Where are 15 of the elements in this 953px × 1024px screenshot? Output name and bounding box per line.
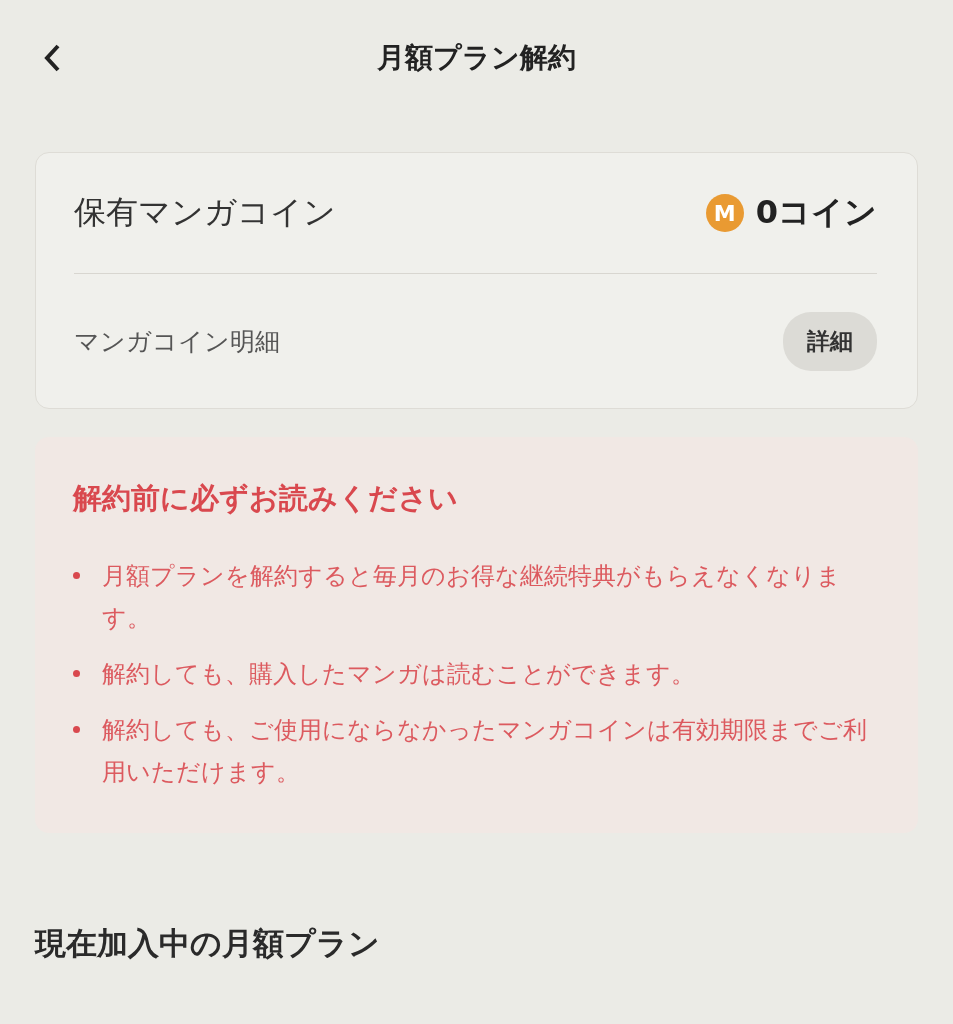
bullet-icon (73, 572, 80, 579)
page-title: 月額プラン解約 (376, 39, 577, 76)
section-heading: 現在加入中の月額プラン (35, 924, 381, 963)
details-button[interactable]: 詳細 (783, 311, 877, 371)
bullet-icon (73, 670, 80, 677)
notice-text: 月額プランを解約すると毎月のお得な継続特典がもらえなくなります。 (102, 561, 842, 634)
notice-text: 解約しても、購入したマンガは読むことができます。 (102, 659, 695, 690)
balance-label: 保有マンガコイン (74, 192, 336, 233)
back-icon[interactable] (43, 42, 61, 73)
coin-icon: M (705, 194, 744, 232)
history-label: マンガコイン明細 (74, 325, 280, 358)
coin-balance: 0コイン (755, 192, 877, 233)
notice-title: 解約前に必ずお読みください (73, 480, 459, 517)
notice-text: 解約しても、ご使用にならなかったマンガコインは有効期限までご利用いただけます。 (102, 715, 868, 788)
bullet-icon (73, 726, 80, 733)
